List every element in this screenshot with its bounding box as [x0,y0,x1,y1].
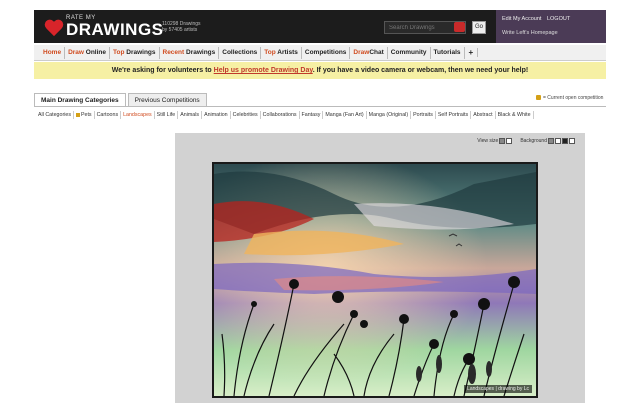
search-icon[interactable] [454,22,465,32]
nav-more-button[interactable]: + [465,48,479,57]
background-light-button[interactable] [569,138,575,144]
nav-item[interactable]: Draw Online [65,46,110,59]
category-item[interactable]: Collaborations [261,111,300,119]
main-nav: Home Draw Online Top Drawings Recent Drawin… [34,45,606,61]
banner-text-before: We're asking for volunteers to [111,67,214,74]
category-item[interactable]: Manga (Fan Art) [323,111,367,119]
view-size-label: View size [477,138,499,144]
category-item[interactable]: Animation [202,111,231,119]
nav-item[interactable]: Collections [219,46,262,59]
category-item[interactable]: Pets [74,111,95,119]
category-tabs: Main Drawing Categories Previous Competi… [34,93,209,107]
nav-item[interactable]: Community [388,46,431,59]
category-list: All Categories Pets Cartoons Landscapes Stil… [36,111,612,119]
site-header: RATE MY DRAWINGS 110298 Drawings by 5740… [34,10,606,43]
nav-item[interactable]: Top Artists [261,46,302,59]
tab-previous-competitions[interactable]: Previous Competitions [127,93,207,107]
logo-big-text: DRAWINGS [66,20,164,39]
category-item[interactable]: Self Portraits [436,111,472,119]
heart-icon [44,18,64,38]
nav-item[interactable]: Competitions [302,46,351,59]
artist-count: by 57405 artists [162,27,198,33]
category-item[interactable]: Still Life [155,111,179,119]
site-stats: 110298 Drawings by 57405 artists [162,21,201,33]
nav-item[interactable]: Home [40,46,66,59]
background-label: Background [520,138,547,144]
edit-account-link[interactable]: Edit My Account [502,16,541,22]
site-logo[interactable]: RATE MY DRAWINGS [44,15,164,38]
account-panel: Edit My Account LOGOUT Write Left's Home… [496,10,606,43]
tabs-divider [34,106,606,107]
trophy-icon [75,112,80,117]
homepage-link[interactable]: Write Left's Homepage [502,30,558,36]
search-go-button[interactable]: Go [472,21,486,34]
competition-legend: = Current open competition [536,95,603,101]
view-size-small-button[interactable] [499,138,506,144]
logout-link[interactable]: LOGOUT [547,16,570,22]
background-white-button[interactable] [555,138,561,144]
nav-item[interactable]: DrawChat [350,46,388,59]
drawing-viewer: View size Background Landscapes | drawin… [175,133,585,403]
volunteer-banner: We're asking for volunteers to Help us p… [34,62,606,79]
drawing-image[interactable]: Landscapes | drawing by Lc [212,162,538,398]
category-item[interactable]: Landscapes [121,111,155,119]
category-item[interactable]: Manga (Original) [367,111,412,119]
trophy-icon [536,95,541,101]
view-controls: View size Background [477,138,575,144]
category-item[interactable]: Black & White [496,111,534,119]
tab-main-categories[interactable]: Main Drawing Categories [34,93,126,107]
background-grey-button[interactable] [548,138,554,144]
category-item[interactable]: Cartoons [95,111,122,119]
nav-item[interactable]: Recent Drawings [160,46,220,59]
category-item[interactable]: Abstract [471,111,496,119]
background-black-button[interactable] [562,138,568,144]
category-item[interactable]: Fantasy [300,111,324,119]
nav-item[interactable]: Top Drawings [110,46,160,59]
category-item[interactable]: Celebrities [231,111,261,119]
promote-drawing-day-link[interactable]: Help us promote Drawing Day [214,67,313,74]
drawing-caption: Landscapes | drawing by Lc [464,385,532,393]
competition-legend-text: = Current open competition [543,95,604,101]
nav-item[interactable]: Tutorials [431,46,465,59]
view-size-large-button[interactable] [506,138,513,144]
category-item[interactable]: Portraits [411,111,436,119]
category-item[interactable]: Animals [178,111,203,119]
banner-text-after: . If you have a video camera or webcam, … [312,67,529,74]
category-item[interactable]: All Categories [36,111,74,119]
